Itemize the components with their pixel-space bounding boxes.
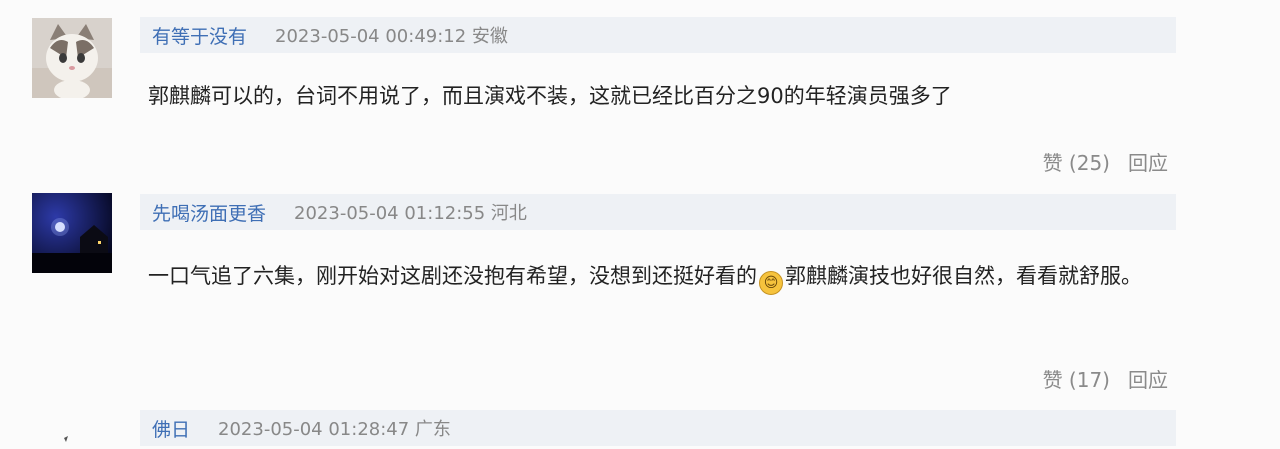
comment-location: 河北: [490, 203, 527, 224]
username-link[interactable]: 有等于没有: [140, 22, 247, 49]
comment-meta-bar: 先喝汤面更香 2023-05-04 01:12:55 河北: [140, 194, 1176, 230]
comment-meta: 2023-05-04 01:12:55 河北: [294, 199, 527, 225]
comment-location: 广东: [414, 419, 451, 440]
comment-actions: 赞 (25) 回应: [1043, 147, 1168, 176]
username-link[interactable]: 佛日: [140, 415, 190, 442]
avatar[interactable]: [32, 193, 112, 273]
avatar[interactable]: [32, 432, 112, 449]
reply-button[interactable]: 回应: [1128, 147, 1168, 176]
comment-actions: 赞 (17) 回应: [1043, 364, 1168, 393]
comment-datetime: 2023-05-04 01:12:55: [294, 203, 486, 224]
like-button[interactable]: 赞 (17): [1043, 364, 1110, 393]
comment-location: 安徽: [471, 26, 508, 47]
avatar[interactable]: [32, 18, 112, 98]
comment-text-part: 郭麒麟演技也好很自然，看看就舒服。: [785, 264, 1142, 288]
reply-button[interactable]: 回应: [1128, 364, 1168, 393]
like-button[interactable]: 赞 (25): [1043, 147, 1110, 176]
username-link[interactable]: 先喝汤面更香: [140, 199, 266, 226]
comment-meta: 2023-05-04 00:49:12 安徽: [275, 22, 508, 48]
comment-text: 一口气追了六集，刚开始对这剧还没抱有希望，没想到还挺好看的 😊 郭麒麟演技也好很自然…: [148, 258, 1168, 295]
comment-meta-bar: 佛日 2023-05-04 01:28:47 广东: [140, 410, 1176, 446]
smile-emoji-icon: 😊: [759, 271, 783, 295]
comment-text-part: 一口气追了六集，刚开始对这剧还没抱有希望，没想到还挺好看的: [148, 264, 757, 288]
comment-text: 郭麒麟可以的，台词不用说了，而且演戏不装，这就已经比百分之90的年轻演员强多了: [148, 84, 952, 108]
comment-datetime: 2023-05-04 01:28:47: [218, 419, 410, 440]
comment-meta: 2023-05-04 01:28:47 广东: [218, 415, 451, 441]
comment-meta-bar: 有等于没有 2023-05-04 00:49:12 安徽: [140, 17, 1176, 53]
comment-datetime: 2023-05-04 00:49:12: [275, 26, 467, 47]
